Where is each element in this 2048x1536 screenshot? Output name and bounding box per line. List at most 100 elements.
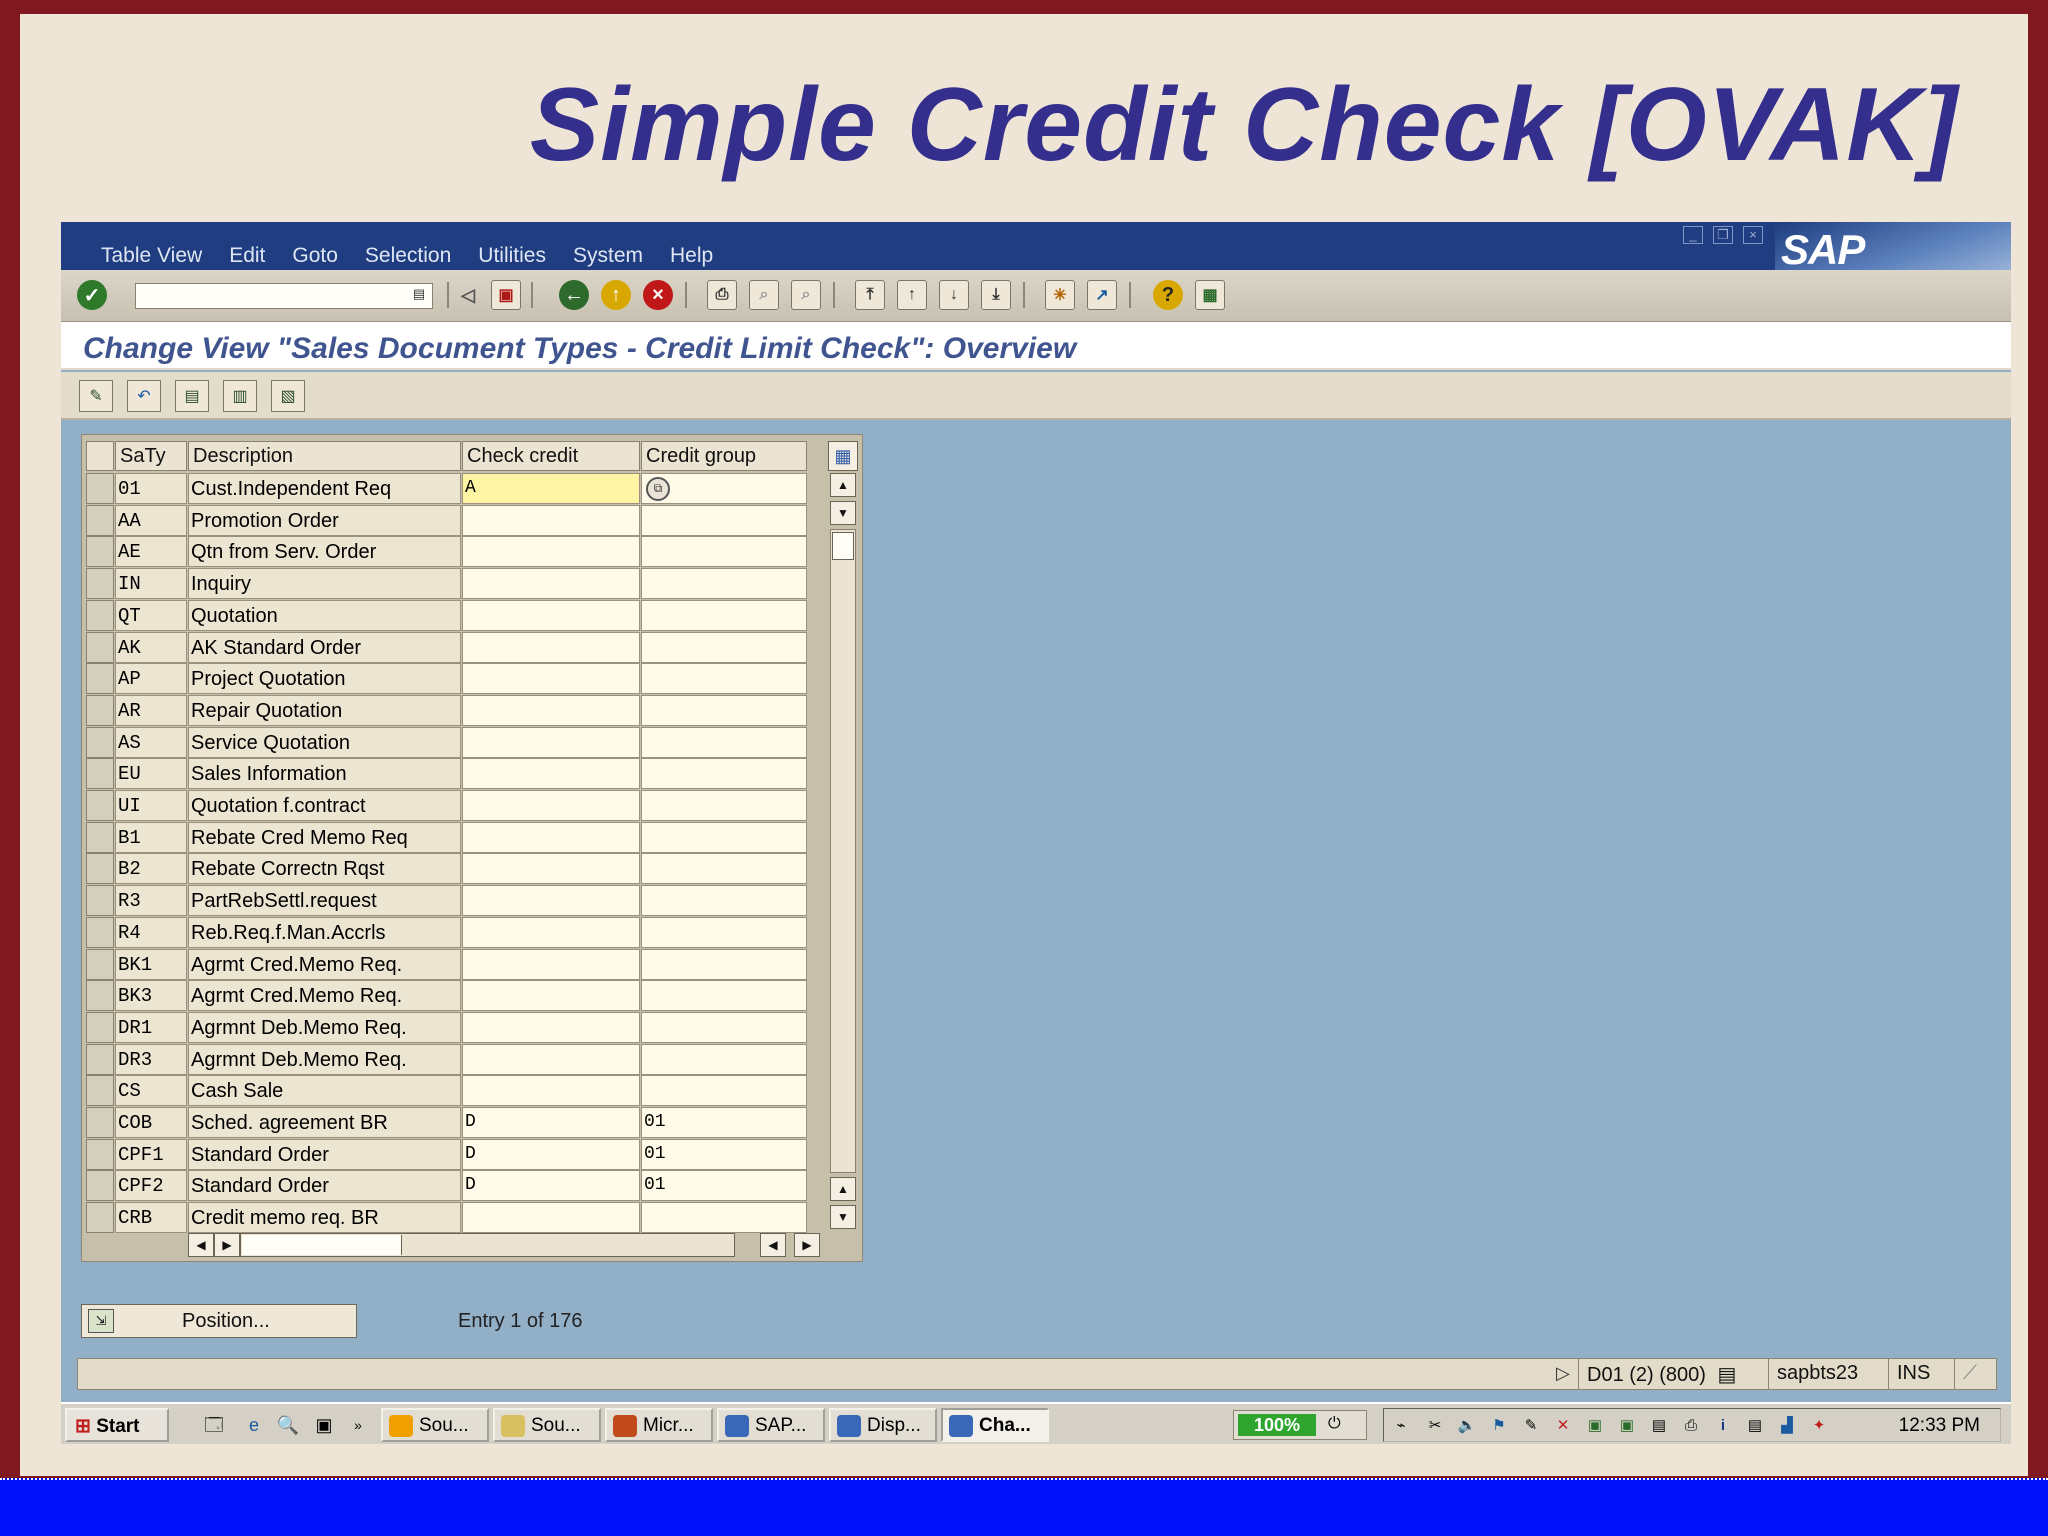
tray-volume-icon[interactable]: 🔈: [1456, 1415, 1478, 1437]
taskbar-item-cha[interactable]: Cha...: [941, 1408, 1049, 1442]
row-selector[interactable]: [86, 821, 114, 853]
menu-edit[interactable]: Edit: [229, 244, 265, 268]
tray-info-icon[interactable]: i: [1712, 1415, 1734, 1437]
menu-table-view[interactable]: Table View: [101, 244, 202, 268]
row-selector[interactable]: [86, 1043, 114, 1075]
menu-utilities[interactable]: Utilities: [478, 244, 546, 268]
scroll-up-icon[interactable]: ▲: [830, 473, 856, 497]
column-header-check-credit[interactable]: Check credit: [462, 441, 640, 471]
tray-sap-icon[interactable]: ▟: [1776, 1415, 1798, 1437]
help-icon[interactable]: ?: [1153, 280, 1183, 310]
row-selector[interactable]: [86, 504, 114, 536]
select-all-column-header[interactable]: [86, 441, 114, 471]
status-system[interactable]: D01 (2) (800) ▤: [1578, 1359, 1768, 1389]
cell-credit-group[interactable]: [641, 821, 807, 853]
close-window-button[interactable]: ×: [1743, 226, 1763, 244]
column-header-description[interactable]: Description: [188, 441, 461, 471]
row-selector[interactable]: [86, 790, 114, 821]
tray-security-icon[interactable]: ▣: [1616, 1415, 1638, 1437]
cell-credit-group[interactable]: [641, 790, 807, 821]
row-selector[interactable]: [86, 536, 114, 568]
last-page-icon[interactable]: ⤓: [981, 280, 1011, 310]
cell-credit-group[interactable]: [641, 1011, 807, 1043]
status-mode[interactable]: INS: [1888, 1359, 1954, 1389]
next-page-icon[interactable]: ↓: [939, 280, 969, 310]
cell-check-credit[interactable]: D: [462, 1170, 640, 1202]
vertical-scroll-thumb[interactable]: [832, 532, 854, 560]
cancel-icon[interactable]: ×: [643, 280, 673, 310]
page-up-icon[interactable]: ▲: [830, 1177, 856, 1201]
tray-pen-icon[interactable]: ✎: [1520, 1415, 1542, 1437]
back-icon[interactable]: ←: [559, 280, 589, 310]
previous-page-icon[interactable]: ↑: [897, 280, 927, 310]
cell-credit-group[interactable]: [641, 758, 807, 790]
more-quicklaunch-icon[interactable]: »: [345, 1412, 371, 1438]
row-selector[interactable]: [86, 948, 114, 980]
menu-help[interactable]: Help: [670, 244, 713, 268]
command-history-icon[interactable]: ▤: [410, 286, 428, 306]
select-all-icon[interactable]: ▤: [175, 380, 209, 412]
row-selector[interactable]: [86, 758, 114, 790]
save-icon[interactable]: ▣: [491, 280, 521, 310]
cell-credit-group[interactable]: [641, 853, 807, 885]
zoom-indicator[interactable]: 100% ⏻: [1233, 1410, 1367, 1440]
search-icon[interactable]: 🔍: [275, 1412, 301, 1438]
exit-icon[interactable]: ↑: [601, 280, 631, 310]
find-next-icon[interactable]: ⌕: [791, 280, 821, 310]
scroll-left-end-icon[interactable]: ◀: [760, 1233, 786, 1257]
taskbar-item-sou-1[interactable]: Sou...: [381, 1408, 489, 1442]
tray-monitor-icon[interactable]: ▣: [1584, 1415, 1606, 1437]
cell-check-credit[interactable]: [462, 726, 640, 758]
print-icon[interactable]: ⎙: [707, 280, 737, 310]
cell-credit-group[interactable]: [641, 536, 807, 568]
system-info-icon[interactable]: ▤: [1718, 1364, 1737, 1386]
command-prompt-icon[interactable]: ▣: [311, 1412, 337, 1438]
start-button[interactable]: ⊞ Start: [65, 1408, 169, 1442]
tray-tools-icon[interactable]: ✂: [1424, 1415, 1446, 1437]
row-selector[interactable]: [86, 726, 114, 758]
display-change-icon[interactable]: ✎: [79, 380, 113, 412]
menu-goto[interactable]: Goto: [292, 244, 338, 268]
enter-icon[interactable]: ✓: [77, 280, 107, 310]
cell-credit-group[interactable]: [641, 980, 807, 1012]
row-selector[interactable]: [86, 885, 114, 917]
column-header-saty[interactable]: SaTy: [115, 441, 187, 471]
cell-check-credit[interactable]: [462, 790, 640, 821]
taskbar-item-micr[interactable]: Micr...: [605, 1408, 713, 1442]
cell-check-credit[interactable]: [462, 916, 640, 948]
tray-printer-icon[interactable]: ⎙: [1680, 1415, 1702, 1437]
cell-check-credit[interactable]: [462, 853, 640, 885]
cell-check-credit[interactable]: [462, 980, 640, 1012]
row-selector[interactable]: [86, 599, 114, 631]
row-selector[interactable]: [86, 1075, 114, 1107]
cell-credit-group[interactable]: 01: [641, 1138, 807, 1170]
cell-credit-group[interactable]: [641, 1043, 807, 1075]
row-selector[interactable]: [86, 1170, 114, 1202]
row-selector[interactable]: [86, 568, 114, 600]
internet-explorer-icon[interactable]: e: [241, 1412, 267, 1438]
cell-credit-group[interactable]: ⧉: [641, 473, 807, 504]
cell-check-credit[interactable]: D: [462, 1138, 640, 1170]
taskbar-item-disp[interactable]: Disp...: [829, 1408, 937, 1442]
cell-credit-group[interactable]: [641, 663, 807, 695]
row-selector[interactable]: [86, 631, 114, 663]
cell-check-credit[interactable]: D: [462, 1107, 640, 1138]
menu-selection[interactable]: Selection: [365, 244, 451, 268]
row-selector[interactable]: [86, 1202, 114, 1234]
select-block-icon[interactable]: ▥: [223, 380, 257, 412]
row-selector[interactable]: [86, 1011, 114, 1043]
page-down-icon[interactable]: ▼: [830, 1205, 856, 1229]
column-header-credit-group[interactable]: Credit group: [641, 441, 807, 471]
horizontal-scrollbar[interactable]: [240, 1233, 735, 1257]
row-selector[interactable]: [86, 980, 114, 1012]
scroll-right-end-icon[interactable]: ▶: [794, 1233, 820, 1257]
undo-change-icon[interactable]: ↶: [127, 380, 161, 412]
cell-credit-group[interactable]: [641, 504, 807, 536]
row-selector[interactable]: [86, 694, 114, 726]
taskbar-item-sap[interactable]: SAP...: [717, 1408, 825, 1442]
cell-check-credit[interactable]: [462, 1011, 640, 1043]
tray-document-icon[interactable]: ▤: [1648, 1415, 1670, 1437]
tray-flag-icon[interactable]: ⚑: [1488, 1415, 1510, 1437]
tray-alert-icon[interactable]: ✦: [1808, 1415, 1830, 1437]
cell-credit-group[interactable]: [641, 1202, 807, 1234]
